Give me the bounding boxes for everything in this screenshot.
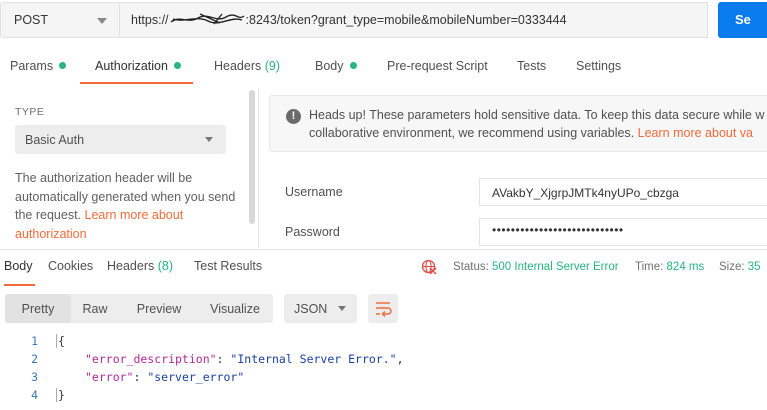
chevron-down-icon [205,137,213,142]
wrap-lines-icon [376,302,392,318]
chevron-down-icon [97,18,107,24]
json-key: "error" [85,370,134,384]
code-pair: "error_description": "Internal Server Er… [85,352,404,366]
view-raw-button[interactable]: Raw [71,294,119,323]
url-input[interactable]: https:// :8243/token?grant_type=mobile&mo… [120,2,708,38]
format-select[interactable]: JSON [284,294,357,323]
tab-body[interactable]: Body [315,48,357,84]
view-visualize-button[interactable]: Visualize [199,294,271,323]
auth-panel-scrollbar[interactable] [249,90,255,224]
learn-more-variables-link[interactable]: Learn more about va [638,126,753,140]
line-number: 4 [31,388,38,402]
response-tab-test-results[interactable]: Test Results [194,259,262,286]
method-select[interactable]: POST [0,2,120,38]
tab-prerequest-script[interactable]: Pre-request Script [387,48,488,84]
status-dot-icon [59,62,67,69]
globe-error-icon[interactable] [421,259,437,275]
response-headers-count: (8) [157,259,174,273]
wrap-lines-button[interactable] [368,294,398,323]
redaction-scribble [170,13,244,25]
auth-description: The authorization header will be automat… [15,169,240,243]
line-number: 3 [31,370,38,384]
response-size: Size: 35 [719,261,761,273]
sensitive-data-notice: ! Heads up! These parameters hold sensit… [269,95,767,152]
time-value: 824 ms [666,261,705,273]
json-colon: : [216,352,231,366]
line-number: 1 [31,334,38,348]
response-tab-headers[interactable]: Headers (8) [107,259,173,286]
format-value: JSON [294,302,328,316]
code-open-brace: { [56,334,65,348]
auth-type-select[interactable]: Basic Auth [15,125,226,154]
json-key: "error_description" [85,352,217,366]
tab-params[interactable]: Params [10,48,67,84]
info-icon: ! [286,109,301,124]
time-label: Time: [635,261,664,273]
size-value: 35 [747,261,761,273]
tab-authorization[interactable]: Authorization [80,48,193,84]
response-tab-body[interactable]: Body [4,259,35,286]
status-dot-icon [349,62,357,69]
auth-type-value: Basic Auth [25,133,85,147]
panel-divider [258,88,259,248]
url-suffix: :8243/token?grant_type=mobile&mobileNumb… [245,13,567,27]
notice-line-1: Heads up! These parameters hold sensitiv… [309,108,765,122]
password-label: Password [285,225,340,239]
tab-body-label: Body [315,59,344,73]
response-time: Time: 824 ms [635,261,704,273]
status-label: Status: [453,261,489,273]
tab-tests[interactable]: Tests [517,48,546,84]
username-field[interactable]: AVakbY_XjgrpJMTk4nyUPo_cbzga [479,178,767,206]
code-close-brace: } [56,388,65,402]
json-value: "Internal Server Error." [230,352,397,366]
method-label: POST [14,13,49,27]
code-pair: "error": "server_error" [85,370,244,384]
response-tab-headers-label: Headers [107,259,155,273]
send-button[interactable]: Se [718,2,767,38]
username-label: Username [285,185,343,199]
request-tabs: Params Authorization Headers (9) Body Pr… [0,48,767,84]
notice-line-2: collaborative environment, we recommend … [309,126,638,140]
auth-type-label: TYPE [15,106,45,118]
status-dot-icon [173,62,181,69]
response-status: Status: 500 Internal Server Error [453,261,619,273]
view-preview-button[interactable]: Preview [121,294,197,323]
response-divider[interactable] [0,249,767,250]
headers-count: (9) [264,59,281,73]
response-tab-cookies[interactable]: Cookies [48,259,93,286]
json-comma: , [396,352,404,366]
request-bar: POST https:// :8243/token?grant_type=mobi… [0,0,767,46]
json-colon: : [133,370,148,384]
tab-params-label: Params [10,59,54,73]
tab-authorization-label: Authorization [95,59,168,73]
json-value: "server_error" [147,370,245,384]
tab-headers[interactable]: Headers (9) [214,48,280,84]
notice-text: Heads up! These parameters hold sensitiv… [309,106,767,142]
tab-headers-label: Headers [214,59,262,73]
line-number: 2 [31,352,38,366]
status-value: 500 Internal Server Error [492,261,619,273]
size-label: Size: [719,261,745,273]
chevron-down-icon [338,306,346,311]
tab-settings[interactable]: Settings [576,48,621,84]
url-prefix: https:// [131,13,169,27]
view-pretty-button[interactable]: Pretty [5,294,71,323]
password-field[interactable]: •••••••••••••••••••••••••••• [479,218,767,246]
